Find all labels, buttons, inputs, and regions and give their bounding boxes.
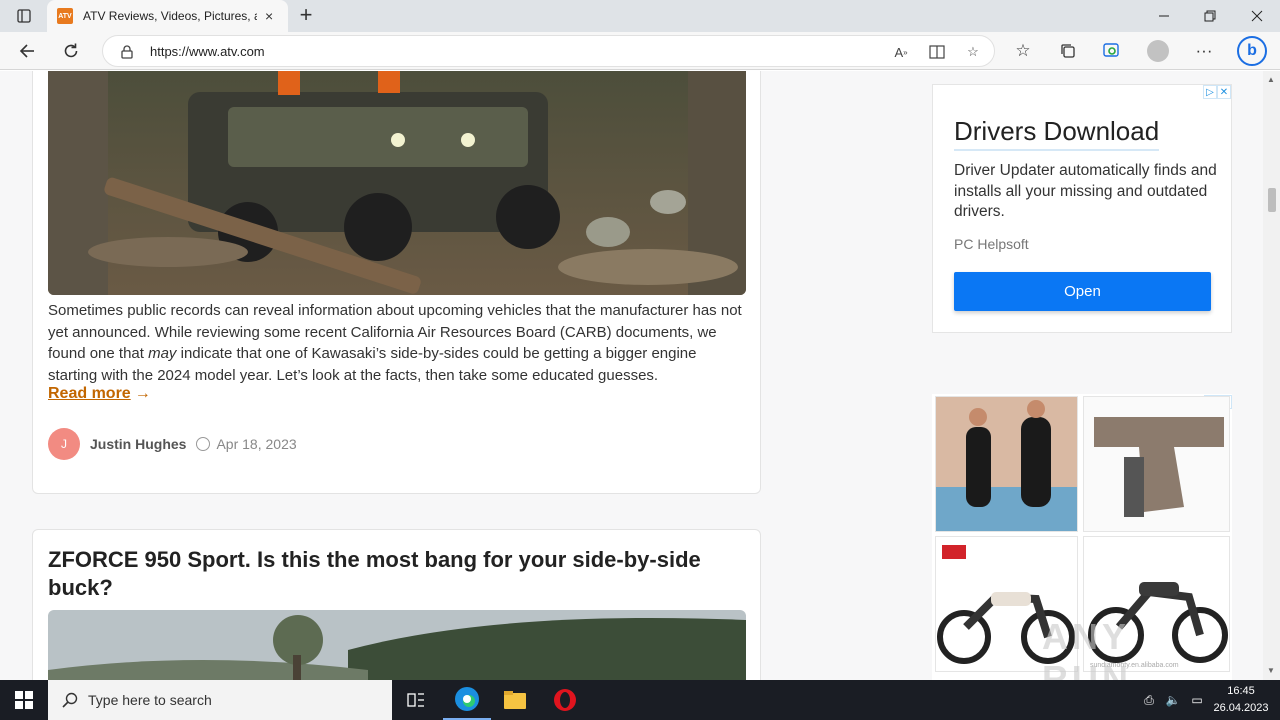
browser-toolbar: https://www.atv.com A» ☆ ☆ ··· b: [0, 32, 1280, 70]
author-name[interactable]: Justin Hughes: [90, 436, 186, 452]
ad-title[interactable]: Drivers Download: [954, 116, 1160, 151]
article-card: ZFORCE 950 Sport. Is this the most bang …: [32, 529, 761, 680]
minimize-button[interactable]: [1141, 0, 1187, 32]
browser-essentials-button[interactable]: [1097, 36, 1127, 66]
scroll-thumb[interactable]: [1268, 188, 1276, 212]
watermark-text: ANY RUN: [1042, 616, 1132, 680]
taskbar-file-explorer[interactable]: [491, 680, 539, 720]
taskbar-opera[interactable]: [541, 680, 589, 720]
collections-icon: [1061, 44, 1075, 58]
new-tab-button[interactable]: +: [294, 4, 318, 28]
bing-icon: b: [1237, 36, 1267, 66]
volume-tray-icon[interactable]: 🔈: [1162, 680, 1184, 720]
collections-button[interactable]: [1053, 36, 1083, 66]
windows-taskbar: Type here to search ⎙ 🔈 ▭ 16:45 26.04.20…: [0, 680, 1280, 720]
page-viewport: Sometimes public records can reveal info…: [0, 71, 1263, 680]
tab-title: ATV Reviews, Videos, Pictures, an: [83, 9, 257, 23]
address-bar[interactable]: https://www.atv.com A» ☆: [102, 35, 995, 67]
clock-icon: [196, 437, 211, 451]
edge-drop-icon: [1103, 43, 1119, 57]
tab-actions-icon: [17, 9, 31, 23]
article-excerpt: Sometimes public records can reveal info…: [48, 300, 748, 386]
ad-description: Driver Updater automatically finds and i…: [954, 162, 1217, 220]
tab-bar: ATV ATV Reviews, Videos, Pictures, an × …: [0, 0, 1280, 32]
atv-favicon-icon: ATV: [57, 8, 73, 24]
task-view-button[interactable]: [392, 680, 440, 720]
restore-icon: [1204, 10, 1216, 22]
tab-close-icon[interactable]: ×: [265, 8, 273, 24]
scroll-up-icon[interactable]: ▲: [1267, 75, 1275, 84]
taskbar-edge[interactable]: [443, 680, 491, 720]
back-arrow-icon: [19, 44, 34, 58]
notification-tray-icon[interactable]: ▭: [1186, 680, 1208, 720]
author-row: J Justin Hughes Apr 18, 2023: [48, 428, 297, 460]
article-photo-zforce[interactable]: [48, 610, 746, 680]
ad-choices[interactable]: ▷ ✕: [1203, 85, 1231, 99]
ad-tile-dress[interactable]: [935, 396, 1078, 532]
search-icon: [62, 692, 78, 708]
taskbar-clock[interactable]: 16:45 26.04.2023: [1208, 683, 1274, 717]
opera-icon: [554, 689, 576, 711]
lock-icon[interactable]: [117, 42, 137, 62]
minimize-icon: [1159, 15, 1169, 17]
scroll-down-icon[interactable]: ▼: [1267, 666, 1275, 675]
immersive-reader-icon[interactable]: [927, 42, 947, 62]
read-more-label: Read more: [48, 385, 131, 402]
network-tray-icon[interactable]: ⎙: [1138, 680, 1160, 720]
ad-info-icon[interactable]: ▷: [1203, 85, 1217, 99]
profile-avatar-icon: [1147, 40, 1169, 62]
taskbar-search-box[interactable]: Type here to search: [48, 680, 392, 720]
bing-chat-button[interactable]: b: [1235, 34, 1269, 68]
ad-close-icon[interactable]: ✕: [1217, 85, 1231, 99]
read-more-link[interactable]: Read more →: [48, 385, 151, 403]
back-button[interactable]: [12, 36, 42, 66]
refresh-button[interactable]: [56, 36, 86, 66]
ad-open-button[interactable]: Open: [954, 272, 1211, 311]
page-scrollbar[interactable]: ▲ ▼: [1263, 71, 1280, 680]
edge-icon: [455, 687, 479, 711]
ad-brand: PC Helpsoft: [954, 236, 1029, 252]
more-dots-icon: ···: [1195, 41, 1213, 60]
folder-icon: [504, 691, 526, 709]
settings-more-button[interactable]: ···: [1189, 36, 1219, 66]
article-photo-kawasaki[interactable]: [48, 71, 746, 295]
article-title[interactable]: ZFORCE 950 Sport. Is this the most bang …: [48, 546, 738, 602]
article-card: Sometimes public records can reveal info…: [32, 71, 761, 494]
restore-button[interactable]: [1187, 0, 1233, 32]
favorites-button[interactable]: ☆: [1008, 36, 1038, 66]
clock-date: 26.04.2023: [1213, 702, 1269, 714]
ad-drivers-download[interactable]: ▷ ✕ Drivers Download Driver Updater auto…: [932, 84, 1232, 333]
close-window-button[interactable]: [1234, 0, 1280, 32]
close-icon: [1251, 10, 1263, 22]
ad-tile-usb-pistol[interactable]: [1083, 396, 1230, 532]
read-aloud-icon[interactable]: A»: [891, 42, 911, 62]
profile-button[interactable]: [1143, 36, 1173, 66]
browser-tab-active[interactable]: ATV ATV Reviews, Videos, Pictures, an ×: [47, 0, 288, 32]
tab-actions-button[interactable]: [8, 4, 40, 28]
ad-product-grid[interactable]: ▷ ✕ sundiamonty.en.alibaba.com ANY RUN: [932, 394, 1232, 680]
favorites-icon: ☆: [1015, 41, 1031, 60]
search-placeholder: Type here to search: [88, 692, 212, 708]
task-view-icon: [407, 693, 424, 707]
url-text[interactable]: https://www.atv.com: [150, 44, 265, 59]
windows-logo-icon: [15, 691, 33, 709]
start-button[interactable]: [0, 680, 48, 720]
refresh-icon: [64, 43, 78, 58]
author-avatar[interactable]: J: [48, 428, 80, 460]
post-date: Apr 18, 2023: [216, 436, 297, 452]
excerpt-emphasis: may: [148, 345, 177, 362]
arrow-right-icon: →: [134, 385, 151, 402]
clock-time: 16:45: [1227, 685, 1255, 697]
add-favorite-icon[interactable]: ☆: [963, 42, 983, 62]
